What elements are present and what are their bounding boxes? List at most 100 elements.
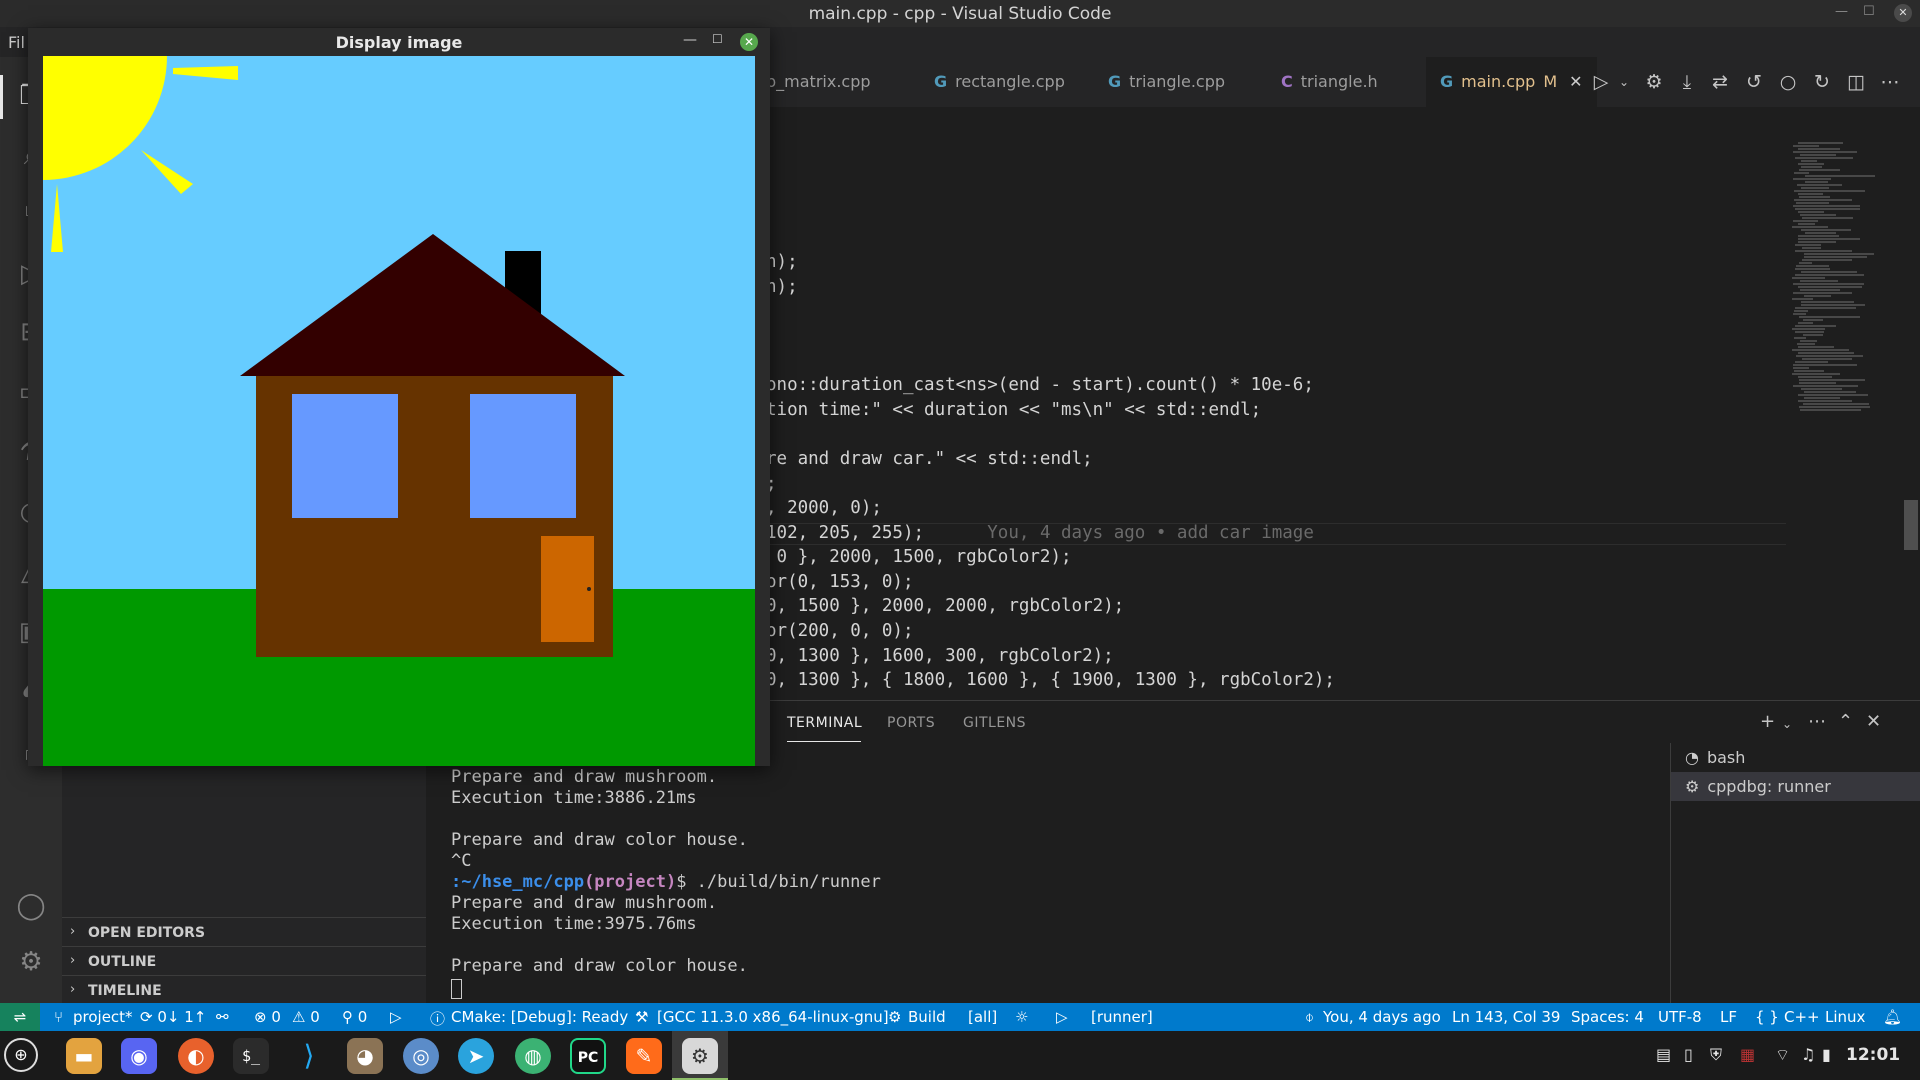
terminal-icon[interactable]: $_: [233, 1038, 269, 1074]
minimap-line: [1805, 181, 1828, 183]
pycharm-icon[interactable]: PC: [570, 1038, 606, 1074]
git-sync[interactable]: ⟳ 0↓ 1↑: [140, 1008, 206, 1026]
minimap-line: [1798, 394, 1868, 396]
run-icon[interactable]: ▷: [1056, 1008, 1068, 1026]
tab-triangle-cpp[interactable]: Gtriangle.cpp: [1094, 57, 1239, 107]
cpp-file-icon: G: [934, 72, 948, 91]
next-change-icon[interactable]: ↻: [1810, 70, 1834, 94]
line-ending[interactable]: LF: [1720, 1008, 1737, 1026]
ports-count[interactable]: ⚲ 0: [342, 1008, 367, 1026]
bear-app-icon[interactable]: ◕: [347, 1038, 383, 1074]
cmake-kit[interactable]: [GCC 11.3.0 x86_64-linux-gnu]: [657, 1008, 889, 1026]
download-icon[interactable]: ⤓: [1675, 70, 1699, 94]
tray-app-icon[interactable]: ▤: [1656, 1045, 1671, 1064]
vscode-icon[interactable]: ⟩: [291, 1038, 327, 1074]
browser-icon[interactable]: ◍: [515, 1038, 551, 1074]
minimize-icon[interactable]: —: [683, 32, 697, 48]
menu-icon[interactable]: ⊕: [4, 1038, 38, 1072]
discord-icon[interactable]: ◉: [121, 1038, 157, 1074]
launch-target[interactable]: [runner]: [1091, 1008, 1153, 1026]
terminal-line: Execution time:3975.76ms: [451, 914, 697, 934]
editor-scrollbar[interactable]: [1904, 500, 1918, 550]
tab-triangle-h[interactable]: Ctriangle.h: [1267, 57, 1392, 107]
files-icon[interactable]: ▬: [66, 1038, 102, 1074]
chevron-down-icon[interactable]: ⌄: [1612, 70, 1636, 94]
more-actions-icon[interactable]: ⋯: [1878, 70, 1902, 94]
minimap[interactable]: [1786, 134, 1920, 700]
notifications-icon[interactable]: 🔔︎: [1883, 1008, 1902, 1026]
terminal-output[interactable]: Prepare and draw mushroom. Execution tim…: [451, 767, 1671, 1001]
git-branch[interactable]: project*: [73, 1008, 133, 1026]
timeline-section[interactable]: › TIMELINE: [62, 975, 426, 1004]
wifi-icon[interactable]: ⌔: [1775, 1045, 1790, 1065]
minimap-line: [1798, 148, 1840, 150]
maximize-icon[interactable]: ☐: [712, 32, 723, 46]
build-target[interactable]: [all]: [968, 1008, 997, 1026]
chromium-icon[interactable]: ◎: [403, 1038, 439, 1074]
close-tab-icon[interactable]: ✕: [1569, 72, 1582, 91]
window-close-button[interactable]: ✕: [1894, 4, 1912, 22]
line-blame[interactable]: You, 4 days ago: [1323, 1008, 1441, 1026]
terminal-item-bash[interactable]: ◔ bash: [1671, 743, 1920, 772]
remote-indicator[interactable]: ⇌: [0, 1003, 40, 1031]
debug-run-icon[interactable]: ▷: [390, 1008, 402, 1026]
minimize-icon[interactable]: —: [1835, 4, 1848, 19]
previous-change-icon[interactable]: ○: [1776, 70, 1800, 94]
terminal-item-runner[interactable]: ⚙ cppdbg: runner: [1671, 772, 1920, 801]
sublime-icon[interactable]: ✎: [626, 1038, 662, 1074]
clock[interactable]: 12:01: [1846, 1045, 1900, 1065]
close-icon[interactable]: ✕: [740, 33, 758, 51]
menu-file[interactable]: Fil: [8, 33, 25, 52]
maximize-icon[interactable]: ☐: [1863, 4, 1875, 19]
tab-ports[interactable]: PORTS: [887, 715, 935, 731]
close-panel-icon[interactable]: ✕: [1866, 711, 1881, 732]
warning-count[interactable]: ⚠ 0: [292, 1008, 320, 1026]
add-terminal-icon[interactable]: +: [1760, 711, 1775, 732]
split-editor-icon[interactable]: ◫: [1844, 70, 1868, 94]
settings-gear-icon[interactable]: ⚙: [14, 945, 48, 979]
encoding[interactable]: UTF-8: [1658, 1008, 1702, 1026]
revert-icon[interactable]: ↺: [1742, 70, 1766, 94]
tab-b-matrix[interactable]: b_matrix.cpp: [752, 57, 885, 107]
chevron-down-icon[interactable]: ⌄: [1782, 717, 1792, 731]
minimap-line: [1794, 190, 1865, 192]
shield-icon[interactable]: ⛨: [1710, 1045, 1722, 1065]
minimap-line: [1796, 202, 1829, 204]
code-line: 0, 1300 }, { 1800, 1600 }, { 1900, 1300 …: [766, 670, 1335, 690]
indentation[interactable]: Spaces: 4: [1571, 1008, 1644, 1026]
keyboard-layout-flag-icon[interactable]: ▦: [1740, 1045, 1755, 1064]
battery-icon[interactable]: ▮: [1822, 1045, 1831, 1064]
compare-changes-icon[interactable]: ⇄: [1708, 70, 1732, 94]
error-count[interactable]: ⊗ 0: [254, 1008, 281, 1026]
volume-icon[interactable]: ♫: [1801, 1045, 1815, 1064]
code-line-current: 102, 205, 255); You, 4 days ago • add ca…: [766, 523, 1314, 543]
build-button[interactable]: Build: [908, 1008, 946, 1026]
cursor-position[interactable]: Ln 143, Col 39: [1452, 1008, 1560, 1026]
tab-rectangle[interactable]: Grectangle.cpp: [920, 57, 1079, 107]
tab-main-cpp[interactable]: Gmain.cpp M ✕: [1426, 57, 1597, 107]
telegram-icon[interactable]: ➤: [458, 1038, 494, 1074]
minimap-line: [1799, 379, 1865, 381]
minimap-line: [1798, 241, 1836, 243]
image-window-titlebar[interactable]: Display image — ☐ ✕: [28, 28, 770, 56]
maximize-panel-icon[interactable]: ⌃: [1838, 711, 1853, 732]
os-titlebar: main.cpp - cpp - Visual Studio Code — ☐ …: [0, 0, 1920, 27]
debug-icon[interactable]: ☼: [1015, 1008, 1028, 1026]
minimap-line: [1792, 349, 1849, 351]
run-file-icon[interactable]: ▷: [1589, 70, 1613, 94]
clipboard-icon[interactable]: ▯: [1684, 1045, 1693, 1064]
platform[interactable]: Linux: [1825, 1008, 1865, 1026]
language-mode[interactable]: C++: [1784, 1008, 1820, 1026]
more-actions-icon[interactable]: ⋯: [1808, 711, 1826, 732]
outline-section[interactable]: › OUTLINE: [62, 946, 426, 975]
tab-gitlens[interactable]: GITLENS: [963, 715, 1026, 731]
cmake-status[interactable]: CMake: [Debug]: Ready: [451, 1008, 628, 1026]
tab-terminal[interactable]: TERMINAL: [787, 715, 862, 731]
firefox-icon[interactable]: ◐: [178, 1038, 214, 1074]
plug-icon[interactable]: ⚯: [216, 1008, 229, 1026]
account-icon[interactable]: ◯: [14, 889, 48, 923]
minimap-line: [1799, 169, 1840, 171]
settings-gear-icon[interactable]: ⚙: [682, 1038, 718, 1074]
open-editors-section[interactable]: › OPEN EDITORS: [62, 917, 426, 946]
gear-icon[interactable]: ⚙: [1642, 70, 1666, 94]
